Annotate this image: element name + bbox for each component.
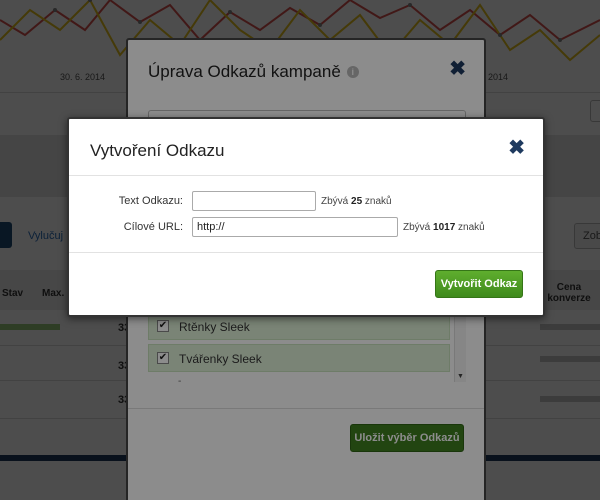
target-url-hint: Zbývá 1017 znaků [403, 222, 485, 233]
hint-prefix: Zbývá [321, 196, 349, 207]
target-url-input[interactable] [192, 217, 398, 237]
link-text-hint: Zbývá 25 znaků [321, 196, 392, 207]
create-link-title: Vytvoření Odkazu [90, 141, 225, 160]
target-url-label: Cílové URL: [123, 221, 183, 233]
create-link-modal: Vytvoření Odkazu ✖ Text Odkazu: Zbývá 25… [67, 117, 545, 317]
hint-prefix: Zbývá [403, 222, 431, 233]
close-icon[interactable]: ✖ [508, 135, 525, 160]
link-text-input[interactable] [192, 191, 316, 211]
hint-suffix: znaků [458, 222, 485, 233]
divider [69, 252, 543, 253]
link-text-label: Text Odkazu: [118, 195, 183, 207]
divider [69, 175, 543, 176]
create-link-button[interactable]: Vytvořit Odkaz [435, 270, 523, 298]
hint-count: 25 [351, 196, 363, 207]
hint-suffix: znaků [364, 196, 392, 207]
hint-count: 1017 [433, 222, 456, 233]
